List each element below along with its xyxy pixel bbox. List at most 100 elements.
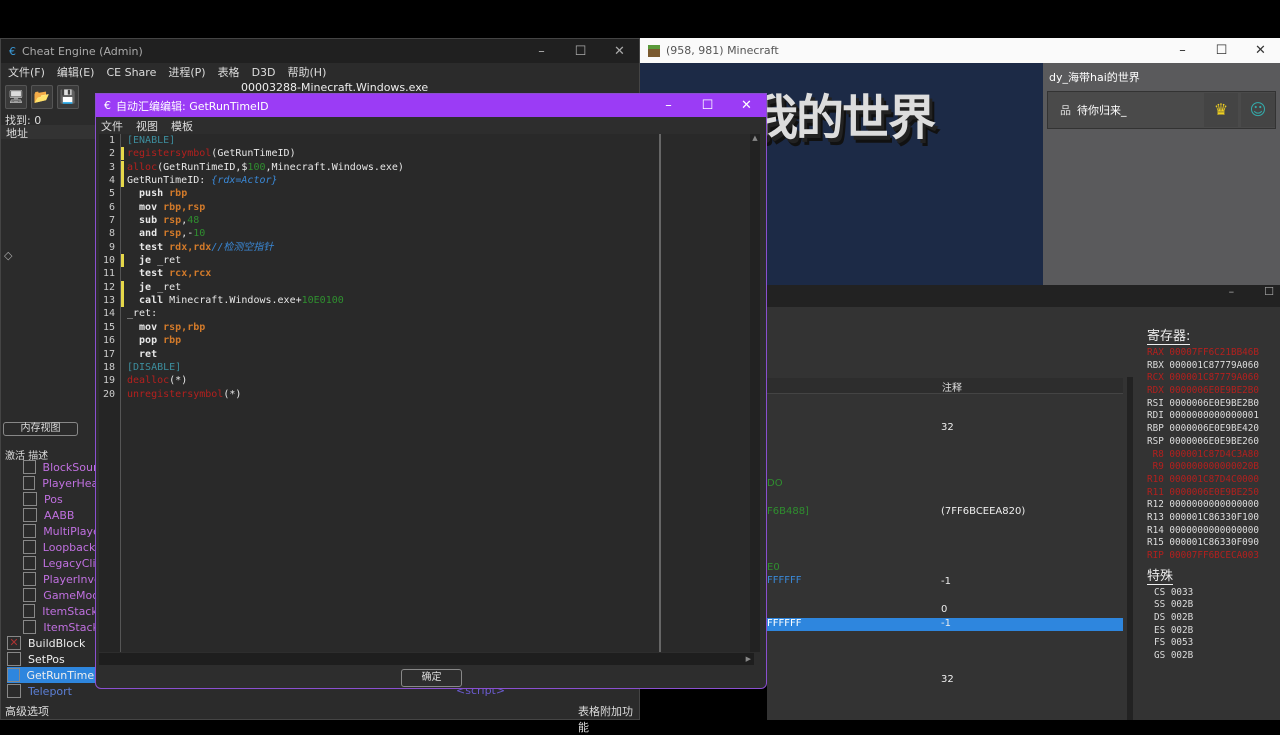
checkbox[interactable] (23, 620, 37, 634)
code-text[interactable]: [ENABLE] registersymbol(GetRunTimeID) allo… (127, 134, 404, 401)
register-row[interactable]: RBP 0000006E0E9BE420 (1147, 423, 1259, 436)
vertical-scrollbar[interactable]: ▲ (750, 134, 760, 652)
register-row[interactable]: RDX 0000006E0E9BE2B0 (1147, 385, 1259, 398)
checkbox[interactable] (23, 460, 36, 474)
code-line[interactable]: test rdx,rdx//检测空指针 (127, 241, 404, 254)
segment-row[interactable]: DS 002B (1147, 612, 1259, 625)
code-line[interactable]: dealloc(*) (127, 374, 404, 387)
table-entry[interactable]: AABB (7, 507, 96, 523)
menu-item[interactable]: 表格 (218, 64, 240, 80)
segment-row[interactable]: GS 002B (1147, 650, 1259, 663)
checkbox[interactable] (7, 684, 21, 698)
code-line[interactable]: sub rsp,48 (127, 214, 404, 227)
table-entry[interactable]: GameMod (7, 587, 96, 603)
register-row[interactable]: R13 000001C86330F100 (1147, 512, 1259, 525)
open-file-button[interactable]: 📂 (31, 85, 53, 109)
server-entry[interactable]: 品 待你归来_ ♛ ☺ (1047, 91, 1276, 129)
save-button[interactable]: 💾 (57, 85, 79, 109)
checkbox[interactable] (23, 556, 36, 570)
memory-view-button[interactable]: 内存视图 (3, 422, 78, 436)
aa-maximize-button[interactable]: ☐ (688, 98, 727, 113)
register-row[interactable]: RDI 0000000000000001 (1147, 410, 1259, 423)
checkbox[interactable] (23, 540, 36, 554)
code-line[interactable]: call Minecraft.Windows.exe+10E0100 (127, 294, 404, 307)
register-row[interactable]: RAX 00007FF6C21BB46B (1147, 347, 1259, 360)
mc-maximize-button[interactable]: ☐ (1202, 43, 1241, 58)
code-line[interactable]: alloc(GetRunTimeID,$100,Minecraft.Window… (127, 161, 404, 174)
menu-item[interactable]: 编辑(E) (57, 64, 95, 80)
code-editor[interactable]: 1 2 3 4 5 6 7 8 9 10 11 12 13 14 15 16 17 18 19 20 [ENABLE]… (99, 134, 760, 652)
crown-button[interactable]: ♛ (1204, 93, 1238, 127)
checkbox[interactable] (23, 572, 37, 586)
table-entry[interactable]: ItemStackB (7, 603, 96, 619)
advanced-options[interactable]: 高级选项 (5, 703, 49, 719)
splitter-handle[interactable]: ◇ (4, 249, 12, 262)
table-entry[interactable]: BlockSourc (7, 459, 96, 475)
checkbox[interactable] (7, 668, 20, 682)
code-line[interactable]: pop rbp (127, 334, 404, 347)
code-line[interactable]: unregistersymbol(*) (127, 388, 404, 401)
segment-row[interactable]: CS 0033 (1147, 587, 1259, 600)
code-line[interactable]: mov rsp,rbp (127, 321, 404, 334)
table-entry[interactable]: SetPos (7, 651, 96, 667)
checkbox[interactable] (23, 476, 36, 490)
code-line[interactable]: and rsp,-10 (127, 227, 404, 240)
open-process-button[interactable]: 🖥 (5, 85, 27, 109)
minimize-button[interactable]: – (522, 44, 561, 59)
menu-item[interactable]: 模板 (171, 118, 193, 134)
checkbox[interactable] (23, 524, 37, 538)
table-entry[interactable]: LegacyClie (7, 555, 96, 571)
register-row[interactable]: R10 000001C87D4C0000 (1147, 474, 1259, 487)
segment-row[interactable]: ES 002B (1147, 625, 1259, 638)
register-row[interactable]: RSP 0000006E0E9BE260 (1147, 436, 1259, 449)
code-line[interactable]: push rbp (127, 187, 404, 200)
code-line[interactable]: mov rbp,rsp (127, 201, 404, 214)
register-row[interactable]: RCX 000001C87779A060 (1147, 372, 1259, 385)
menu-item[interactable]: 帮助(H) (288, 64, 327, 80)
code-line[interactable]: _ret: (127, 307, 404, 320)
menu-item[interactable]: 进程(P) (168, 64, 205, 80)
table-entry[interactable]: ItemStack (7, 619, 96, 635)
register-row[interactable]: R14 0000000000000000 (1147, 525, 1259, 538)
table-entry[interactable]: LoopbackP (7, 539, 96, 555)
table-entry[interactable]: PlayerInve (7, 571, 96, 587)
code-line[interactable]: registersymbol(GetRunTimeID) (127, 147, 404, 160)
menu-item[interactable]: 文件(F) (8, 64, 45, 80)
checkbox[interactable] (23, 492, 37, 506)
maximize-button[interactable]: ☐ (561, 44, 600, 59)
menu-item[interactable]: 文件 (101, 118, 123, 134)
register-row[interactable]: R12 0000000000000000 (1147, 499, 1259, 512)
code-line[interactable]: ret (127, 348, 404, 361)
menu-item[interactable]: 视图 (136, 118, 158, 134)
code-line[interactable]: [ENABLE] (127, 134, 404, 147)
register-row[interactable]: RIP 00007FF6BCECA003 (1147, 550, 1259, 563)
aa-minimize-button[interactable]: – (649, 98, 688, 113)
code-line[interactable]: je _ret (127, 281, 404, 294)
register-row[interactable]: R15 000001C86330F090 (1147, 537, 1259, 550)
table-entry[interactable]: GetRunTimeID (7, 667, 96, 683)
code-line[interactable]: test rcx,rcx (127, 267, 404, 280)
register-row[interactable]: R11 0000006E0E9BE250 (1147, 487, 1259, 500)
register-row[interactable]: R9 000000000000020B (1147, 461, 1259, 474)
table-entry[interactable]: MultiPlaye (7, 523, 96, 539)
table-entry[interactable]: ✕ BuildBlock (7, 635, 96, 651)
horizontal-scrollbar[interactable]: ▶ (99, 653, 754, 665)
code-line[interactable]: je _ret (127, 254, 404, 267)
checkbox[interactable] (23, 508, 37, 522)
checkbox[interactable] (7, 652, 21, 666)
mv-minimize-button[interactable]: – (1229, 285, 1235, 307)
code-line[interactable]: [DISABLE] (127, 361, 404, 374)
aa-close-button[interactable]: ✕ (727, 98, 766, 113)
ok-button[interactable]: 确定 (401, 669, 462, 687)
checkbox[interactable] (23, 588, 37, 602)
table-entry[interactable]: PlayerHead (7, 475, 96, 491)
mc-close-button[interactable]: ✕ (1241, 43, 1280, 58)
close-button[interactable]: ✕ (600, 44, 639, 59)
checkbox[interactable]: ✕ (7, 636, 21, 650)
player-skin-button[interactable]: ☺ (1241, 93, 1275, 127)
segment-row[interactable]: FS 0053 (1147, 637, 1259, 650)
menu-item[interactable]: CE Share (106, 66, 156, 79)
mv-scrollbar[interactable] (1127, 377, 1133, 720)
menu-item[interactable]: D3D (252, 66, 276, 79)
register-row[interactable]: RSI 0000006E0E9BE2B0 (1147, 398, 1259, 411)
